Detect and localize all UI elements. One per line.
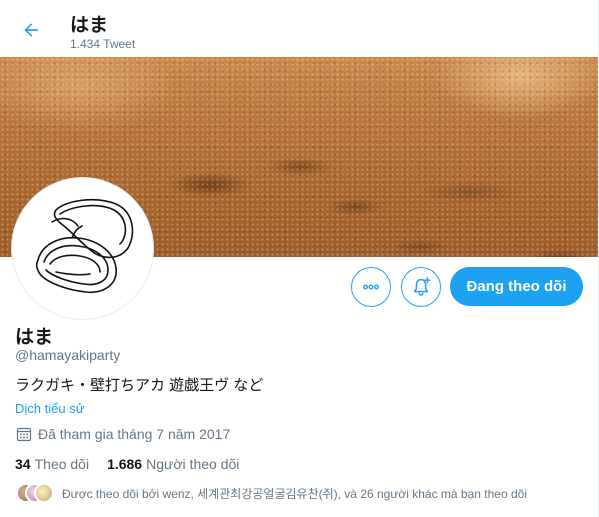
header-title: はま [70,15,109,36]
more-options-button[interactable] [351,267,391,307]
profile-bio: ラクガキ・壁打ちアカ 遊戯王ヴ など [15,377,264,394]
followers-count: 1.686 [107,456,143,472]
following-button[interactable]: Đang theo dõi [450,267,583,306]
header-tweet-count: 1.434 Tweet [70,37,136,51]
mini-avatar [34,483,54,503]
calendar-icon [16,427,32,442]
translate-bio-link[interactable]: Dịch tiểu sử [15,401,84,416]
followers-you-know-avatars [16,483,54,503]
profile-avatar[interactable] [12,178,153,319]
notifications-button[interactable] [401,267,441,307]
clam-drawing-avatar [35,198,134,293]
profile-handle: @hamayakiparty [15,347,121,363]
profile-display-name: はま [15,327,54,348]
joined-text: Đã tham gia tháng 7 năm 2017 [38,426,231,442]
profile-header: はま 1.434 Tweet [0,0,598,57]
followers-label: Người theo dõi [146,456,240,472]
following-label: Theo dõi [34,456,90,472]
profile-page: はま 1.434 Tweet Đang theo dõi はま @hamayak… [0,0,599,517]
joined-date: Đã tham gia tháng 7 năm 2017 [16,426,230,442]
more-dots-icon [363,284,379,290]
followed-by-row[interactable]: Được theo dõi bởi wenz, 세계관최강공얼굴김유찬(쥐), … [16,483,527,503]
followed-by-text: Được theo dõi bởi wenz, 세계관최강공얼굴김유찬(쥐), … [62,486,527,501]
bell-plus-icon [413,277,431,296]
followers-stat-link[interactable]: 1.686 Người theo dõi [107,456,239,472]
following-count: 34 [15,456,31,472]
following-stat-link[interactable]: 34 Theo dõi [15,456,89,472]
profile-stats: 34 Theo dõi 1.686 Người theo dõi [15,456,239,472]
back-button[interactable] [14,13,48,47]
arrow-left-icon [24,23,38,37]
